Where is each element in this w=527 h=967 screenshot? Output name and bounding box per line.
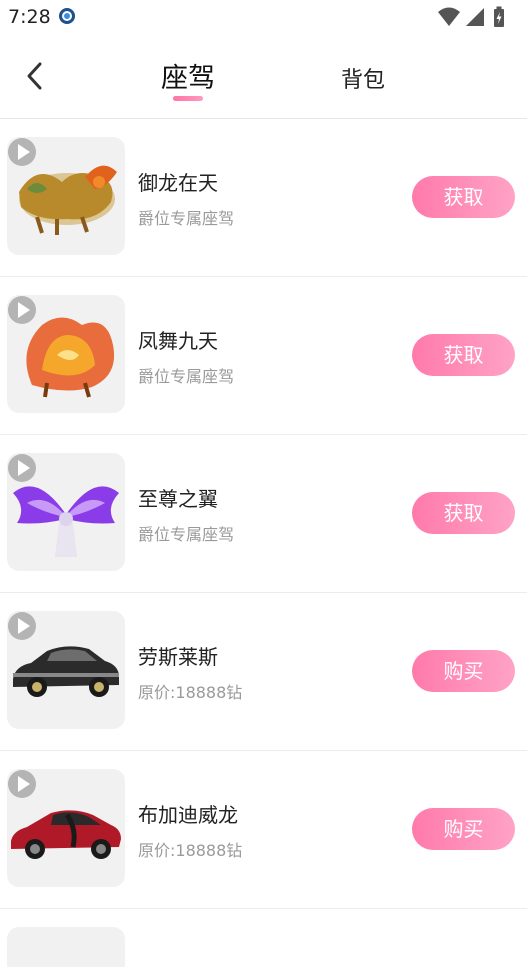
- item-subtitle: 爵位专属座驾: [138, 367, 235, 386]
- battery-icon: [494, 6, 504, 27]
- play-icon: [8, 770, 36, 798]
- list-item[interactable]: 凤舞九天 爵位专属座驾 获取: [0, 277, 527, 435]
- app-notification-icon: [58, 7, 76, 25]
- signal-icon: [466, 8, 484, 26]
- item-subtitle: 爵位专属座驾: [138, 525, 235, 544]
- item-name: 布加迪威龙: [138, 803, 238, 827]
- item-preview[interactable]: [7, 927, 125, 967]
- list-item[interactable]: 布加迪威龙 原价:18888钻 购买: [0, 751, 527, 909]
- play-icon: [8, 138, 36, 166]
- item-preview[interactable]: [7, 769, 125, 887]
- active-tab-indicator: [173, 96, 203, 101]
- status-icons: [437, 6, 517, 28]
- status-bar: 7:28: [0, 0, 527, 34]
- back-button[interactable]: [20, 58, 52, 94]
- buy-button[interactable]: 购买: [412, 808, 515, 850]
- list-item[interactable]: 至尊之翼 爵位专属座驾 获取: [0, 435, 527, 593]
- get-button[interactable]: 获取: [412, 492, 515, 534]
- play-icon: [8, 612, 36, 640]
- item-subtitle: 爵位专属座驾: [138, 209, 235, 228]
- vehicle-list: 御龙在天 爵位专属座驾 获取 凤舞九天 爵位专属座驾 获取 至尊之翼 爵位专属座…: [0, 119, 527, 967]
- list-item[interactable]: 御龙在天 爵位专属座驾 获取: [0, 119, 527, 277]
- item-preview[interactable]: [7, 295, 125, 413]
- status-time: 7:28: [8, 6, 51, 28]
- list-item[interactable]: 劳斯莱斯 原价:18888钻 购买: [0, 593, 527, 751]
- get-button[interactable]: 获取: [412, 176, 515, 218]
- item-name: 至尊之翼: [138, 487, 218, 511]
- item-preview[interactable]: [7, 453, 125, 571]
- item-preview[interactable]: [7, 611, 125, 729]
- tab-backpack[interactable]: 背包: [318, 62, 408, 94]
- chevron-left-icon: [27, 62, 42, 90]
- buy-button[interactable]: 购买: [412, 650, 515, 692]
- item-subtitle: 原价:18888钻: [138, 683, 243, 702]
- play-icon: [8, 296, 36, 324]
- get-button[interactable]: 获取: [412, 334, 515, 376]
- item-name: 凤舞九天: [138, 329, 218, 353]
- item-preview[interactable]: [7, 137, 125, 255]
- play-icon: [8, 454, 36, 482]
- tab-vehicles[interactable]: 座驾: [140, 56, 236, 95]
- header: 座驾 背包: [0, 34, 527, 119]
- item-subtitle: 原价:18888钻: [138, 841, 243, 860]
- item-name: 劳斯莱斯: [138, 645, 218, 669]
- list-item[interactable]: [0, 909, 527, 967]
- wifi-icon: [438, 7, 460, 26]
- item-name: 御龙在天: [138, 171, 218, 195]
